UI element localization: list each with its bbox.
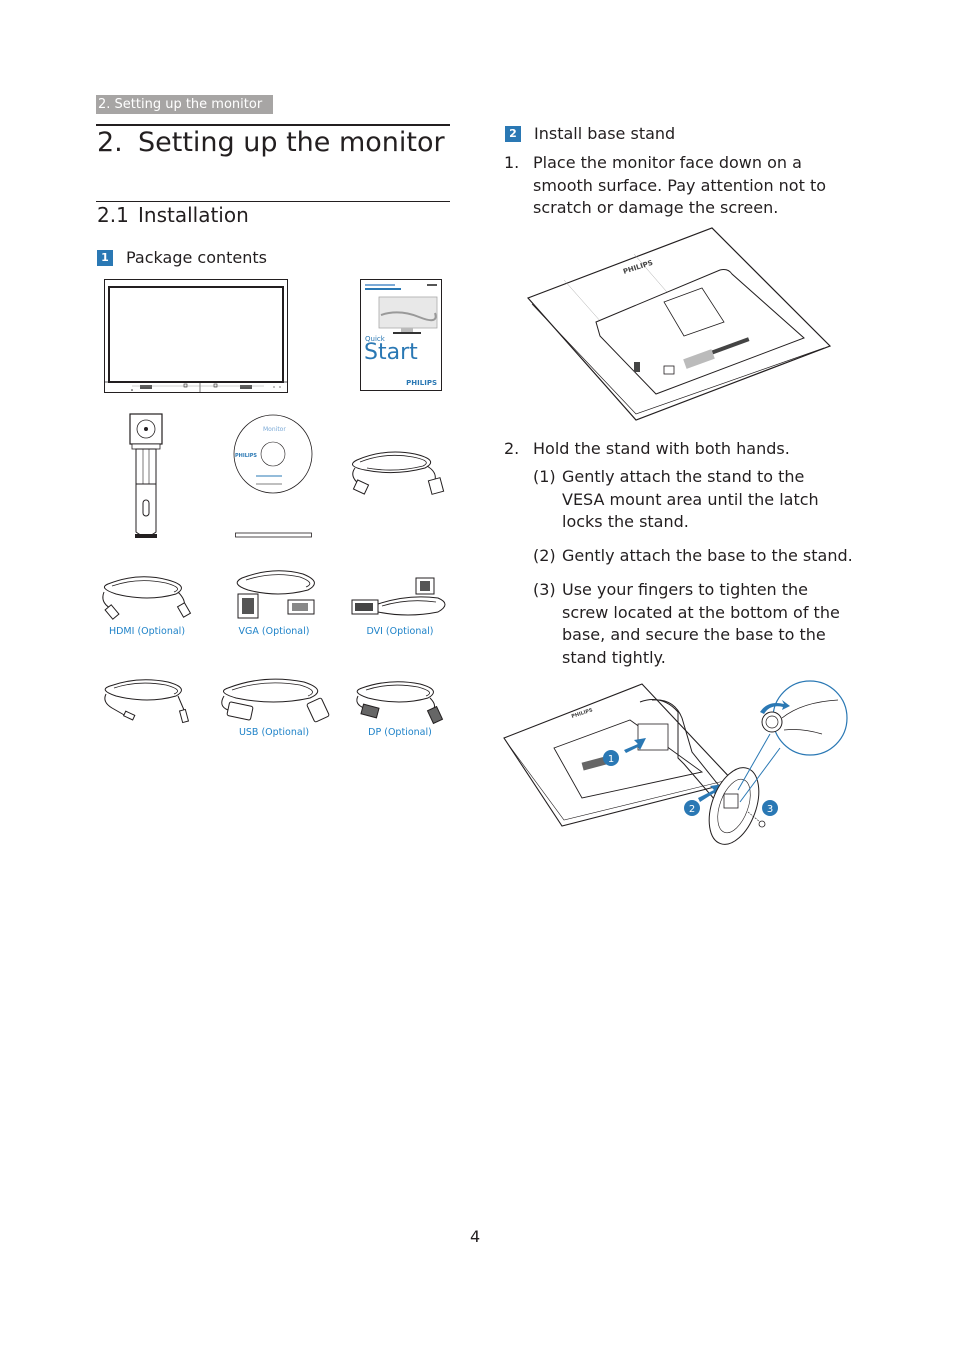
- usb-cable-illustration: [221, 678, 330, 723]
- install-base-title: Install base stand: [534, 124, 676, 143]
- substep-3-text: Use your fingers to tighten the screw lo…: [562, 580, 840, 667]
- dvi-caption: DVI (Optional): [366, 626, 434, 637]
- dp-cable-illustration: [356, 681, 444, 725]
- booklet-brand: PHILIPS: [406, 379, 437, 387]
- substep-1: (1) Gently attach the stand to the VESA …: [533, 466, 833, 534]
- hdmi-cable-illustration: [102, 576, 192, 620]
- cd-sleeve-illustration: [235, 532, 312, 538]
- step-2-number: 2.: [504, 439, 520, 458]
- package-contents-title: Package contents: [126, 248, 267, 267]
- audio-cable-illustration: [104, 679, 190, 724]
- step-2-text: Hold the stand with both hands.: [533, 439, 790, 458]
- section-title: 2.1 Installation: [97, 203, 249, 227]
- vga-caption: VGA (Optional): [238, 626, 310, 637]
- cd-illustration: Monitor PHILIPS: [233, 414, 313, 494]
- booklet-start-label: Start: [364, 340, 418, 365]
- hdmi-caption: HDMI (Optional): [108, 626, 186, 637]
- step-badge: 2: [505, 125, 521, 142]
- substep-3-number: (3): [533, 580, 556, 599]
- substep-1-text: Gently attach the stand to the VESA moun…: [562, 467, 819, 531]
- chapter-rule: [96, 124, 450, 126]
- cd-title: Monitor: [263, 426, 286, 433]
- install-base-heading: 2 Install base stand: [505, 124, 675, 143]
- substep-2-text: Gently attach the base to the stand.: [562, 546, 853, 565]
- usb-caption: USB (Optional): [238, 727, 310, 738]
- step-1: 1. Place the monitor face down on a smoo…: [504, 152, 854, 220]
- step-2: 2. Hold the stand with both hands.: [504, 438, 854, 461]
- callout-1: 1: [608, 754, 614, 765]
- chapter-title: 2. Setting up the monitor: [97, 127, 445, 158]
- stand-illustration: [129, 413, 163, 538]
- section-rule: [96, 201, 450, 202]
- substep-1-number: (1): [533, 467, 556, 486]
- vga-cable-illustration: [236, 570, 315, 619]
- dp-caption: DP (Optional): [368, 727, 432, 738]
- stand-assembly-illustration: PHILIPS 1 2 3: [503, 680, 848, 845]
- dvi-cable-illustration: [351, 577, 446, 616]
- section-title-text: Installation: [138, 203, 249, 227]
- substep-2: (2) Gently attach the base to the stand.: [533, 545, 853, 568]
- step-1-number: 1.: [504, 153, 520, 172]
- callout-2: 2: [689, 804, 695, 815]
- monitor-front-illustration: [104, 279, 288, 393]
- callout-3: 3: [767, 804, 773, 815]
- power-cord-illustration: [352, 451, 445, 495]
- monitor-back-illustration: PHILIPS: [526, 227, 832, 421]
- section-number: 2.1: [97, 203, 129, 227]
- substep-2-number: (2): [533, 546, 556, 565]
- cd-brand: PHILIPS: [235, 453, 257, 459]
- chapter-number: 2.: [97, 127, 123, 158]
- substep-3: (3) Use your fingers to tighten the scre…: [533, 579, 853, 669]
- quick-start-booklet: Quick Start PHILIPS: [360, 279, 442, 391]
- running-header: 2. Setting up the monitor: [96, 95, 273, 114]
- package-contents-heading: 1 Package contents: [97, 248, 267, 267]
- chapter-title-text: Setting up the monitor: [138, 127, 445, 158]
- step-1-text: Place the monitor face down on a smooth …: [533, 153, 827, 217]
- step-badge: 1: [97, 249, 113, 266]
- page-number: 4: [470, 1227, 481, 1246]
- booklet-monitor-image: [378, 296, 438, 334]
